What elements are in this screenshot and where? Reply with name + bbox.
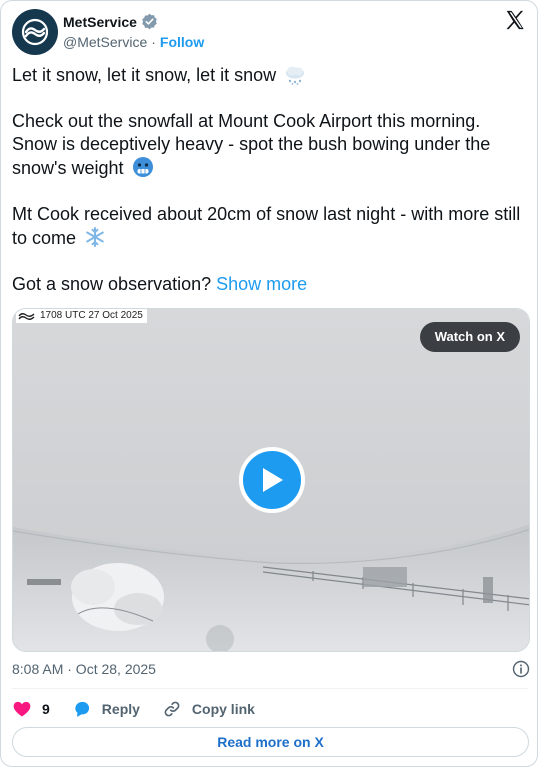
metservice-small-logo-icon bbox=[18, 313, 35, 320]
copy-link-label: Copy link bbox=[191, 701, 255, 717]
author-handle-row: @MetService · Follow bbox=[63, 34, 204, 50]
post-line-4: Got a snow observation? bbox=[12, 274, 212, 294]
snowflake-icon bbox=[86, 227, 104, 247]
watch-on-x-button[interactable]: Watch on X bbox=[419, 322, 520, 352]
separator-dot: · bbox=[151, 34, 156, 50]
post-paragraph-2: Check out the snowfall at Mount Cook Air… bbox=[12, 110, 528, 180]
post-text: Let it snow, let it snow, let it snow Ch… bbox=[12, 64, 528, 319]
reply-button[interactable]: Reply bbox=[72, 699, 140, 719]
video-media[interactable]: 1708 UTC 27 Oct 2025 Watch on X bbox=[12, 308, 530, 652]
post-paragraph-1: Let it snow, let it snow, let it snow bbox=[12, 64, 528, 87]
post-card: MetService @MetService · Follow Let it s… bbox=[0, 0, 538, 767]
copy-link-button[interactable]: Copy link bbox=[162, 699, 255, 719]
read-more-button[interactable]: Read more on X bbox=[12, 727, 529, 757]
show-more-link[interactable]: Show more bbox=[216, 274, 307, 294]
reply-label: Reply bbox=[101, 701, 140, 717]
webcam-timestamp: 1708 UTC 27 Oct 2025 bbox=[40, 310, 143, 321]
divider bbox=[12, 688, 528, 689]
cloud-with-snow-icon bbox=[286, 66, 305, 85]
author-handle[interactable]: @MetService bbox=[63, 34, 147, 50]
cold-face-icon bbox=[132, 157, 153, 177]
play-button[interactable] bbox=[239, 447, 305, 513]
post-paragraph-4: Got a snow observation? Show more bbox=[12, 273, 528, 296]
reply-icon bbox=[75, 701, 89, 717]
author-name-row: MetService bbox=[63, 13, 158, 30]
link-icon bbox=[164, 701, 180, 717]
metservice-logo-icon bbox=[21, 18, 49, 46]
post-meta-row: 8:08 AM · Oct 28, 2025 bbox=[12, 660, 530, 678]
verified-badge-icon bbox=[142, 13, 157, 30]
post-paragraph-3: Mt Cook received about 20cm of snow last… bbox=[12, 203, 528, 250]
post-line-1: Let it snow, let it snow, let it snow bbox=[12, 65, 277, 85]
post-timestamp[interactable]: 8:08 AM · Oct 28, 2025 bbox=[12, 661, 156, 677]
author-name[interactable]: MetService bbox=[63, 14, 137, 30]
author-avatar[interactable] bbox=[12, 9, 58, 55]
info-icon[interactable] bbox=[512, 660, 530, 678]
heart-icon bbox=[13, 701, 31, 717]
like-count: 9 bbox=[42, 701, 50, 717]
follow-button[interactable]: Follow bbox=[160, 34, 204, 50]
play-icon bbox=[263, 468, 283, 492]
action-bar: 9 Reply Copy link bbox=[12, 698, 277, 720]
webcam-timestamp-overlay: 1708 UTC 27 Oct 2025 bbox=[16, 309, 147, 323]
post-line-2: Check out the snowfall at Mount Cook Air… bbox=[12, 111, 491, 178]
like-button[interactable]: 9 bbox=[12, 699, 50, 719]
x-logo-icon[interactable] bbox=[504, 9, 526, 31]
